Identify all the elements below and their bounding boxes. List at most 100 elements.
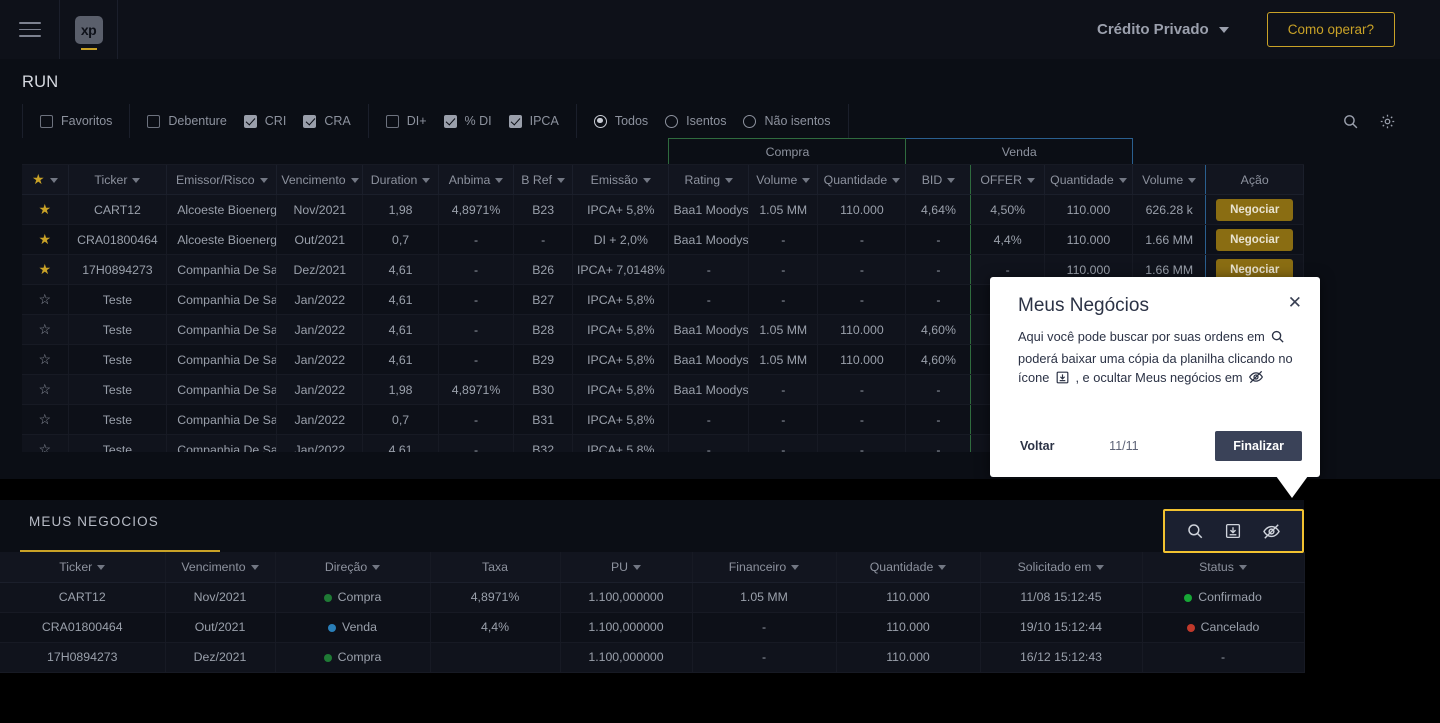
- checkbox-cra[interactable]: [303, 115, 316, 128]
- mn-cell-ticker: CRA01800464: [0, 612, 165, 642]
- cell-rating: Baa1 Moodys: [669, 195, 749, 225]
- cell-compra-quantidade: -: [818, 255, 906, 285]
- mn-col-status[interactable]: Status: [1142, 552, 1304, 582]
- col-anbima[interactable]: Anbima: [438, 165, 514, 195]
- col-compra-quantidade[interactable]: Quantidade: [818, 165, 906, 195]
- meus-negocios-body: CART12Nov/2021Compra4,8971%1.100,0000001…: [0, 582, 1304, 672]
- col-favorite[interactable]: ★: [22, 165, 68, 195]
- eye-off-icon[interactable]: [1262, 522, 1281, 541]
- filter-dimais[interactable]: DI+: [386, 114, 427, 128]
- mn-cell-pu: 1.100,000000: [560, 612, 692, 642]
- mn-col-ticker[interactable]: Ticker: [0, 552, 165, 582]
- favorite-toggle[interactable]: ★: [22, 225, 68, 255]
- step-counter: 11/11: [1033, 439, 1216, 453]
- cell-vencimento: Jan/2022: [277, 405, 363, 435]
- filter-todos[interactable]: Todos: [594, 114, 648, 128]
- account-label: Crédito Privado: [1097, 21, 1209, 38]
- cell-anbima: -: [438, 225, 514, 255]
- checkbox-favoritos[interactable]: [40, 115, 53, 128]
- cell-bid: -: [906, 375, 971, 405]
- mn-cell-quantidade: 110.000: [836, 612, 980, 642]
- filter-group-tipo: Debenture CRI CRA: [130, 104, 368, 138]
- checkbox-ipca[interactable]: [509, 115, 522, 128]
- filter-cri[interactable]: CRI: [244, 114, 287, 128]
- table-row[interactable]: ★CRA01800464Alcoeste BioenergOut/20210,7…: [22, 225, 1304, 255]
- col-duration[interactable]: Duration: [363, 165, 439, 195]
- cell-compra-volume: 1.05 MM: [749, 345, 818, 375]
- favorite-toggle[interactable]: ☆: [22, 315, 68, 345]
- checkbox-di-plus[interactable]: [386, 115, 399, 128]
- favorite-toggle[interactable]: ☆: [22, 405, 68, 435]
- table-row[interactable]: ★CART12Alcoeste BioenergNov/20211,984,89…: [22, 195, 1304, 225]
- mn-col-quantidade[interactable]: Quantidade: [836, 552, 980, 582]
- col-bref[interactable]: B Ref: [514, 165, 573, 195]
- star-outline-icon: ☆: [39, 291, 52, 307]
- negociar-button[interactable]: Negociar: [1216, 199, 1293, 221]
- col-emissao[interactable]: Emissão: [573, 165, 669, 195]
- favorite-toggle[interactable]: ★: [22, 255, 68, 285]
- cell-ticker: Teste: [68, 285, 167, 315]
- cell-emissor: Companhia De Sar: [167, 285, 277, 315]
- filter-percent-di[interactable]: % DI: [444, 114, 492, 128]
- filter-ipca-label: IPCA: [530, 114, 559, 128]
- col-venda-quantidade[interactable]: Quantidade: [1044, 165, 1132, 195]
- mn-col-financeiro[interactable]: Financeiro: [692, 552, 836, 582]
- search-icon[interactable]: [1186, 522, 1204, 540]
- gear-icon[interactable]: [1379, 113, 1396, 130]
- col-emissor[interactable]: Emissor/Risco: [167, 165, 277, 195]
- checkbox-cri[interactable]: [244, 115, 257, 128]
- mn-col-pu[interactable]: PU: [560, 552, 692, 582]
- close-icon[interactable]: ✕: [1288, 294, 1302, 311]
- mn-cell-taxa: [430, 642, 560, 672]
- how-to-operate-button[interactable]: Como operar?: [1267, 12, 1395, 47]
- app-root: xp Crédito Privado Como operar? RUN Favo…: [0, 0, 1440, 723]
- filter-cra[interactable]: CRA: [303, 114, 350, 128]
- mn-cell-pu: 1.100,000000: [560, 582, 692, 612]
- filter-group-favoritos: Favoritos: [22, 104, 130, 138]
- cell-duration: 4,61: [363, 285, 439, 315]
- cell-duration: 1,98: [363, 195, 439, 225]
- mn-col-solicitado[interactable]: Solicitado em: [980, 552, 1142, 582]
- radio-todos[interactable]: [594, 115, 607, 128]
- radio-isentos[interactable]: [665, 115, 678, 128]
- col-compra-volume[interactable]: Volume: [749, 165, 818, 195]
- cell-bref: B31: [514, 405, 573, 435]
- col-venda-volume[interactable]: Volume: [1132, 165, 1205, 195]
- popover-text-4: , e ocultar Meus negócios em: [1075, 370, 1242, 385]
- favorite-toggle[interactable]: ☆: [22, 285, 68, 315]
- account-selector[interactable]: Crédito Privado: [1097, 21, 1229, 38]
- col-offer[interactable]: OFFER: [971, 165, 1044, 195]
- col-rating[interactable]: Rating: [669, 165, 749, 195]
- table-row[interactable]: 17H0894273Dez/2021Compra1.100,000000-110…: [0, 642, 1304, 672]
- mn-col-direcao[interactable]: Direção: [275, 552, 430, 582]
- logo[interactable]: xp: [59, 0, 118, 59]
- favorite-toggle[interactable]: ☆: [22, 375, 68, 405]
- checkbox-debenture[interactable]: [147, 115, 160, 128]
- filter-isentos[interactable]: Isentos: [665, 114, 726, 128]
- cell-compra-volume: -: [749, 285, 818, 315]
- mn-col-vencimento[interactable]: Vencimento: [165, 552, 275, 582]
- tab-meus-negocios[interactable]: MEUS NEGOCIOS: [29, 514, 159, 543]
- col-vencimento[interactable]: Vencimento: [277, 165, 363, 195]
- menu-button[interactable]: [0, 0, 59, 59]
- col-bid[interactable]: BID: [906, 165, 971, 195]
- checkbox-percent-di[interactable]: [444, 115, 457, 128]
- filter-favoritos[interactable]: Favoritos: [40, 114, 112, 128]
- radio-nao-isentos[interactable]: [743, 115, 756, 128]
- meus-negocios-table: Ticker Vencimento Direção Taxa PU Financ…: [0, 552, 1305, 673]
- cell-ticker: CART12: [68, 195, 167, 225]
- filter-debenture[interactable]: Debenture: [147, 114, 226, 128]
- negociar-button[interactable]: Negociar: [1216, 229, 1293, 251]
- finish-button[interactable]: Finalizar: [1215, 431, 1302, 461]
- cell-anbima: -: [438, 315, 514, 345]
- filter-ipca[interactable]: IPCA: [509, 114, 559, 128]
- download-icon[interactable]: [1224, 522, 1242, 540]
- favorite-toggle[interactable]: ★: [22, 195, 68, 225]
- search-icon[interactable]: [1342, 113, 1359, 130]
- favorite-toggle[interactable]: ☆: [22, 435, 68, 453]
- favorite-toggle[interactable]: ☆: [22, 345, 68, 375]
- table-row[interactable]: CART12Nov/2021Compra4,8971%1.100,0000001…: [0, 582, 1304, 612]
- filter-nao-isentos[interactable]: Não isentos: [743, 114, 830, 128]
- col-ticker[interactable]: Ticker: [68, 165, 167, 195]
- table-row[interactable]: CRA01800464Out/2021Venda4,4%1.100,000000…: [0, 612, 1304, 642]
